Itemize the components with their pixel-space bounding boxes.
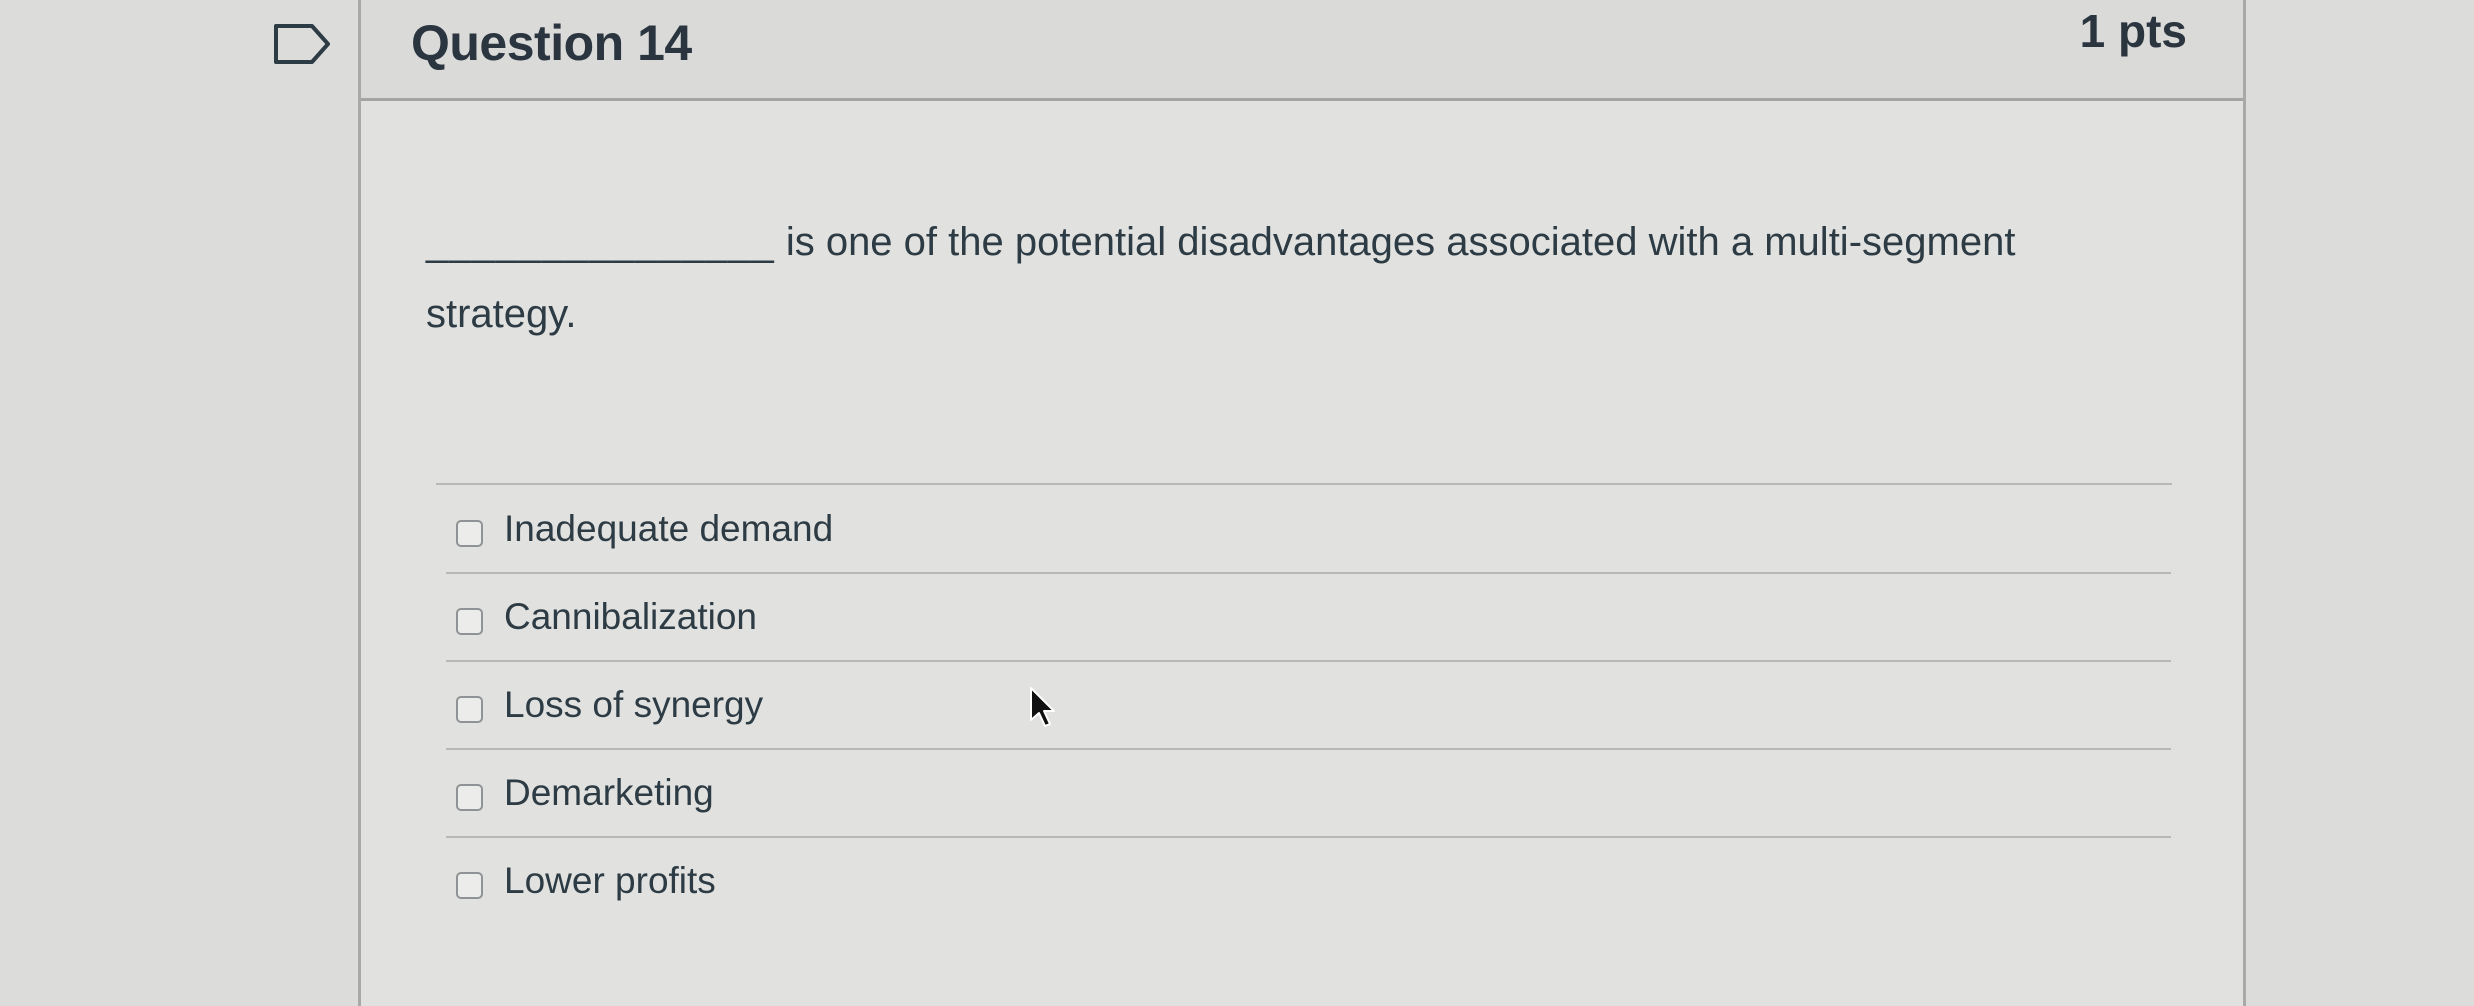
question-text: _______________ is one of the potential …	[426, 206, 2166, 350]
answer-option[interactable]: Loss of synergy	[446, 662, 2171, 750]
question-header: Question 14 1 pts	[361, 0, 2243, 101]
answer-checkbox[interactable]	[456, 784, 483, 811]
answer-checkbox[interactable]	[456, 520, 483, 547]
question-title: Question 14	[411, 15, 692, 71]
answer-option[interactable]: Demarketing	[446, 750, 2171, 838]
answer-option[interactable]: Lower profits	[446, 838, 2171, 926]
answer-checkbox[interactable]	[456, 696, 483, 723]
question-card: Question 14 1 pts _______________ is one…	[358, 0, 2246, 1006]
answers-divider	[436, 483, 2172, 485]
answer-label: Demarketing	[504, 772, 714, 813]
answer-label: Inadequate demand	[504, 508, 834, 549]
answer-label: Cannibalization	[504, 596, 758, 637]
answer-label: Loss of synergy	[504, 684, 764, 725]
question-points: 1 pts	[2079, 5, 2187, 57]
mouse-pointer-icon	[1030, 687, 1055, 727]
answer-checkbox[interactable]	[456, 872, 483, 899]
answer-checkbox[interactable]	[456, 608, 483, 635]
flag-question-icon[interactable]	[272, 22, 332, 66]
fill-in-blank: _______________	[426, 220, 775, 264]
answer-label: Lower profits	[504, 860, 716, 901]
answer-option[interactable]: Inadequate demand	[446, 486, 2171, 574]
answer-option[interactable]: Cannibalization	[446, 574, 2171, 662]
